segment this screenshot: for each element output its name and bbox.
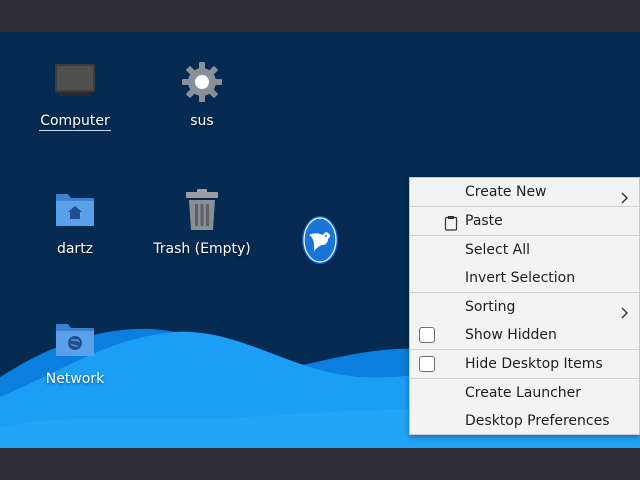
home-folder-icon <box>20 188 130 234</box>
desktop-icon-dartz[interactable]: dartz <box>20 188 130 270</box>
desktop-icon-label: dartz <box>56 241 94 257</box>
desktop-icon-label: Network <box>45 371 105 387</box>
desktop-icon-computer[interactable]: Computer <box>20 60 130 142</box>
desktop-context-menu: Create New Paste Select All Invert Selec… <box>409 177 640 435</box>
menu-item-select-all[interactable]: Select All <box>410 236 639 264</box>
menu-item-label: Sorting <box>465 299 516 315</box>
desktop-icon-trash[interactable]: Trash (Empty) <box>147 188 257 270</box>
hide-desktop-items-checkbox[interactable] <box>419 356 435 372</box>
network-folder-icon <box>20 318 130 364</box>
menu-item-label: Invert Selection <box>465 270 576 286</box>
menu-item-create-new[interactable]: Create New <box>410 178 639 206</box>
menu-item-show-hidden[interactable]: Show Hidden <box>410 321 639 349</box>
menu-item-label: Hide Desktop Items <box>465 356 603 372</box>
desktop-icon-label: Trash (Empty) <box>153 241 251 257</box>
chevron-right-icon <box>619 186 629 204</box>
desktop-icon-sus[interactable]: sus <box>147 60 257 142</box>
computer-icon <box>20 60 130 106</box>
desktop-icon-network[interactable]: Network <box>20 318 130 400</box>
chevron-right-icon <box>619 301 629 319</box>
bottom-panel <box>0 448 640 480</box>
menu-item-desktop-preferences[interactable]: Desktop Preferences <box>410 407 639 435</box>
menu-item-label: Paste <box>465 213 503 229</box>
menu-item-create-launcher[interactable]: Create Launcher <box>410 379 639 407</box>
desktop-icon-label: Computer <box>39 113 111 131</box>
menu-item-label: Select All <box>465 242 530 258</box>
show-hidden-checkbox[interactable] <box>419 327 435 343</box>
menu-item-label: Create New <box>465 184 547 200</box>
bird-logo <box>301 215 339 265</box>
top-panel <box>0 0 640 32</box>
desktop-icon-label: sus <box>190 113 214 129</box>
menu-item-label: Create Launcher <box>465 385 582 401</box>
gear-icon <box>147 60 257 106</box>
menu-item-invert-selection[interactable]: Invert Selection <box>410 264 639 292</box>
menu-item-label: Desktop Preferences <box>465 413 610 429</box>
screen: Computer sus dartz Trash (Empty) Network… <box>0 0 640 480</box>
menu-item-sorting[interactable]: Sorting <box>410 293 639 321</box>
trash-icon <box>147 188 257 234</box>
menu-item-paste[interactable]: Paste <box>410 207 639 235</box>
menu-item-label: Show Hidden <box>465 327 557 343</box>
clipboard-icon <box>444 213 460 231</box>
menu-item-hide-desktop-items[interactable]: Hide Desktop Items <box>410 350 639 378</box>
